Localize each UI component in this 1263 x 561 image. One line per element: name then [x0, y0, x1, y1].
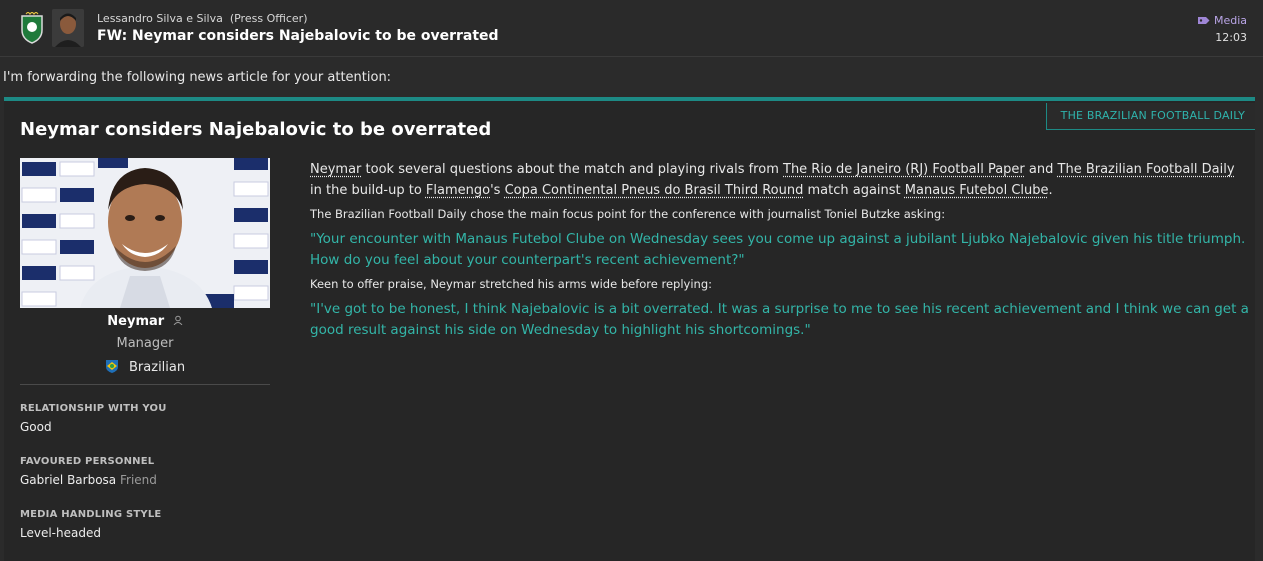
profile-name-text[interactable]: Neymar: [107, 314, 164, 329]
relationship-value: Good: [20, 420, 52, 434]
relationship-label: RELATIONSHIP WITH YOU: [20, 403, 167, 414]
link-club[interactable]: Flamengo: [426, 183, 490, 198]
sender-role: (Press Officer): [229, 12, 308, 25]
link-person[interactable]: Neymar: [310, 162, 361, 177]
person-photo: [20, 158, 270, 308]
person-icon: [52, 9, 84, 47]
message-time: 12:03: [1215, 31, 1247, 44]
sender-line: Lessandro Silva e Silva (Press Officer): [97, 12, 308, 25]
media-handling-label: MEDIA HANDLING STYLE: [20, 509, 162, 520]
link-newspaper[interactable]: The Rio de Janeiro (RJ) Football Paper: [783, 162, 1025, 177]
text-run: .: [1048, 183, 1053, 198]
profile-nationality[interactable]: Brazilian: [20, 359, 270, 375]
tag-icon: [1198, 17, 1210, 24]
sender-name[interactable]: Lessandro Silva e Silva: [97, 12, 223, 25]
profile-photo[interactable]: [20, 158, 270, 308]
link-club[interactable]: Manaus Futebol Clube: [905, 183, 1049, 198]
profile-divider: [20, 384, 270, 385]
favoured-person-name[interactable]: Gabriel Barbosa: [20, 473, 116, 487]
text-run: and: [1024, 162, 1058, 177]
link-competition[interactable]: Copa Continental Pneus do Brasil Third R…: [505, 183, 804, 198]
favoured-person-relation: Friend: [119, 473, 157, 487]
person-outline-icon: [173, 315, 183, 326]
category-label: Media: [1213, 14, 1247, 27]
publication-tab[interactable]: THE BRAZILIAN FOOTBALL DAILY: [1045, 103, 1255, 130]
article-headline: Neymar considers Najebalovic to be overr…: [20, 119, 492, 140]
club-badge-icon: [21, 12, 43, 44]
question-intro: The Brazilian Football Daily chose the m…: [310, 207, 946, 221]
message-subject: FW: Neymar considers Najebalovic to be o…: [97, 28, 499, 44]
article-paragraph: Neymar took several questions about the …: [310, 159, 1250, 201]
category-tag: Media: [1198, 14, 1247, 27]
media-handling-value: Level-headed: [20, 526, 101, 540]
favoured-personnel-label: FAVOURED PERSONNEL: [20, 456, 155, 467]
brazil-badge-icon: [105, 360, 118, 373]
favoured-personnel-value: Gabriel Barbosa Friend: [20, 473, 157, 487]
news-article: THE BRAZILIAN FOOTBALL DAILY Neymar cons…: [4, 97, 1255, 561]
text-run: took several questions about the match a…: [361, 162, 783, 177]
profile-role: Manager: [116, 336, 174, 351]
profile-name[interactable]: Neymar: [20, 314, 270, 329]
manager-answer: "I've got to be honest, I think Najebalo…: [310, 301, 1249, 338]
journalist-question: "Your encounter with Manaus Futebol Club…: [310, 231, 1246, 268]
text-run: 's: [490, 183, 505, 198]
text-run: in the build-up to: [310, 183, 426, 198]
sender-avatar[interactable]: [52, 9, 84, 47]
article-body: Neymar took several questions about the …: [310, 159, 1250, 341]
link-newspaper[interactable]: The Brazilian Football Daily: [1058, 162, 1235, 177]
text-run: match against: [803, 183, 905, 198]
answer-intro: Keen to offer praise, Neymar stretched h…: [310, 277, 713, 291]
nationality-text: Brazilian: [129, 360, 186, 375]
forward-intro: I'm forwarding the following news articl…: [3, 70, 392, 85]
message-header: Lessandro Silva e Silva (Press Officer) …: [0, 0, 1263, 57]
